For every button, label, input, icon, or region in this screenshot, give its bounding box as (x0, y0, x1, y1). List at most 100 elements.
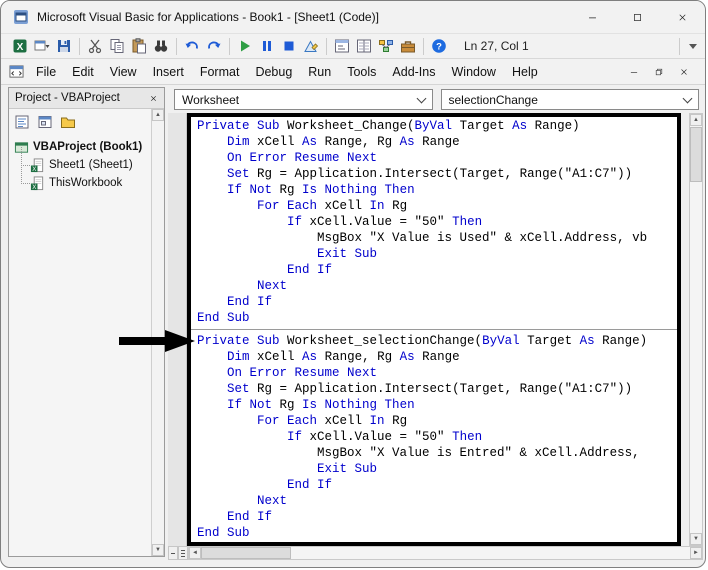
code-line-22[interactable]: Exit Sub (197, 461, 677, 477)
reset-icon[interactable] (279, 36, 299, 56)
design-mode-icon[interactable] (301, 36, 321, 56)
menu-item-tools[interactable]: Tools (339, 62, 384, 82)
toolbar-separator (176, 37, 177, 55)
code-line-4[interactable]: Set Rg = Application.Intersect(Target, R… (197, 166, 677, 182)
code-line-17[interactable]: Set Rg = Application.Intersect(Target, R… (197, 381, 677, 397)
vertical-scroll-thumb[interactable] (690, 127, 702, 182)
menu-item-insert[interactable]: Insert (145, 62, 192, 82)
code-line-26[interactable]: End Sub (197, 525, 677, 541)
code-line-20[interactable]: If xCell.Value = "50" Then (197, 429, 677, 445)
view-microsoft-excel-icon[interactable]: X (10, 36, 30, 56)
menu-item-add-ins[interactable]: Add-Ins (384, 62, 443, 82)
code-line-10[interactable]: End If (197, 262, 677, 278)
view-code-icon[interactable] (12, 112, 32, 132)
object-dropdown[interactable]: Worksheet (174, 89, 433, 110)
object-dropdown-value: Worksheet (182, 92, 240, 107)
scroll-right-arrow-icon[interactable] (690, 547, 702, 559)
code-line-6[interactable]: For Each xCell In Rg (197, 198, 677, 214)
code-highlight-box: Private Sub Worksheet_Change(ByVal Targe… (187, 113, 681, 546)
procedure-dropdown[interactable]: selectionChange (440, 89, 699, 110)
child-close-button[interactable] (673, 63, 695, 81)
code-line-5[interactable]: If Not Rg Is Nothing Then (197, 182, 677, 198)
svg-text:?: ? (436, 42, 442, 53)
code-line-8[interactable]: MsgBox "X Value is Used" & xCell.Address… (197, 230, 677, 246)
scroll-down-arrow-icon[interactable] (690, 533, 702, 545)
full-module-view-button[interactable] (178, 546, 188, 560)
svg-text:X: X (32, 183, 36, 190)
menu-item-debug[interactable]: Debug (247, 62, 300, 82)
scroll-down-arrow-icon[interactable] (152, 544, 164, 556)
project-explorer-icon[interactable] (332, 36, 352, 56)
redo-icon[interactable] (204, 36, 224, 56)
save-icon[interactable] (54, 36, 74, 56)
window-title: Microsoft Visual Basic for Applications … (37, 10, 379, 24)
code-horizontal-scrollbar[interactable] (188, 546, 703, 560)
copy-icon[interactable] (107, 36, 127, 56)
scroll-up-arrow-icon[interactable] (152, 109, 164, 121)
scroll-left-arrow-icon[interactable] (189, 547, 201, 559)
code-line-12[interactable]: End If (197, 294, 677, 310)
code-window-icon (7, 64, 28, 79)
code-line-16[interactable]: On Error Resume Next (197, 365, 677, 381)
chevron-down-icon (682, 93, 693, 103)
paste-icon[interactable] (129, 36, 149, 56)
menu-item-edit[interactable]: Edit (64, 62, 102, 82)
find-icon[interactable] (151, 36, 171, 56)
code-line-2[interactable]: Dim xCell As Range, Rg As Range (197, 134, 677, 150)
code-line-11[interactable]: Next (197, 278, 677, 294)
minimize-button[interactable] (570, 1, 615, 33)
child-window-controls (623, 63, 699, 81)
object-browser-icon[interactable] (376, 36, 396, 56)
toggle-folders-icon[interactable] (58, 112, 78, 132)
procedure-separator (191, 326, 677, 333)
toolbar-separator (679, 37, 680, 55)
break-icon[interactable] (257, 36, 277, 56)
view-object-icon[interactable] (35, 112, 55, 132)
properties-window-icon[interactable] (354, 36, 374, 56)
toolbar-separator (423, 37, 424, 55)
code-line-18[interactable]: If Not Rg Is Nothing Then (197, 397, 677, 413)
cut-icon[interactable] (85, 36, 105, 56)
toolbox-icon[interactable] (398, 36, 418, 56)
code-line-3[interactable]: On Error Resume Next (197, 150, 677, 166)
menu-item-file[interactable]: File (28, 62, 64, 82)
maximize-button[interactable] (615, 1, 660, 33)
help-icon[interactable]: ? (429, 36, 449, 56)
scroll-up-arrow-icon[interactable] (690, 114, 702, 126)
project-panel-close-button[interactable] (145, 90, 161, 106)
tree-item-vbaproject-book1-[interactable]: VBAProject (Book1) (12, 138, 150, 156)
code-pane: Worksheet selectionChange Private Sub Wo… (168, 87, 703, 561)
insert-userform-icon[interactable] (32, 36, 52, 56)
horizontal-scroll-track[interactable] (201, 547, 690, 559)
code-line-1[interactable]: Private Sub Worksheet_Change(ByVal Targe… (197, 118, 677, 134)
code-line-25[interactable]: End If (197, 509, 677, 525)
code-line-19[interactable]: For Each xCell In Rg (197, 413, 677, 429)
child-restore-button[interactable] (648, 63, 670, 81)
code-line-7[interactable]: If xCell.Value = "50" Then (197, 214, 677, 230)
code-vertical-scrollbar[interactable] (689, 113, 703, 546)
procedure-view-button[interactable] (168, 546, 178, 560)
run-icon[interactable] (235, 36, 255, 56)
code-line-9[interactable]: Exit Sub (197, 246, 677, 262)
horizontal-scroll-thumb[interactable] (201, 547, 291, 559)
undo-icon[interactable] (182, 36, 202, 56)
tree-item-label: VBAProject (Book1) (33, 141, 143, 153)
menu-item-window[interactable]: Window (444, 62, 504, 82)
menu-item-format[interactable]: Format (192, 62, 248, 82)
child-minimize-button[interactable] (623, 63, 645, 81)
code-line-24[interactable]: Next (197, 493, 677, 509)
code-line-14[interactable]: Private Sub Worksheet_selectionChange(By… (197, 333, 677, 349)
menu-item-run[interactable]: Run (300, 62, 339, 82)
menu-item-view[interactable]: View (102, 62, 145, 82)
code-line-23[interactable]: End If (197, 477, 677, 493)
tree-item-sheet1-sheet1-[interactable]: X Sheet1 (Sheet1) (12, 147, 150, 174)
tree-item-label: Sheet1 (Sheet1) (49, 159, 133, 171)
menu-item-help[interactable]: Help (504, 62, 546, 82)
code-editor[interactable]: Private Sub Worksheet_Change(ByVal Targe… (191, 117, 677, 541)
close-button[interactable] (660, 1, 705, 33)
code-line-13[interactable]: End Sub (197, 310, 677, 326)
code-line-21[interactable]: MsgBox "X Value is Entred" & xCell.Addre… (197, 445, 677, 461)
code-line-15[interactable]: Dim xCell As Range, Rg As Range (197, 349, 677, 365)
toolbar-options-chevron-icon[interactable] (689, 43, 697, 49)
tree-item-thisworkbook[interactable]: X ThisWorkbook (12, 165, 150, 192)
